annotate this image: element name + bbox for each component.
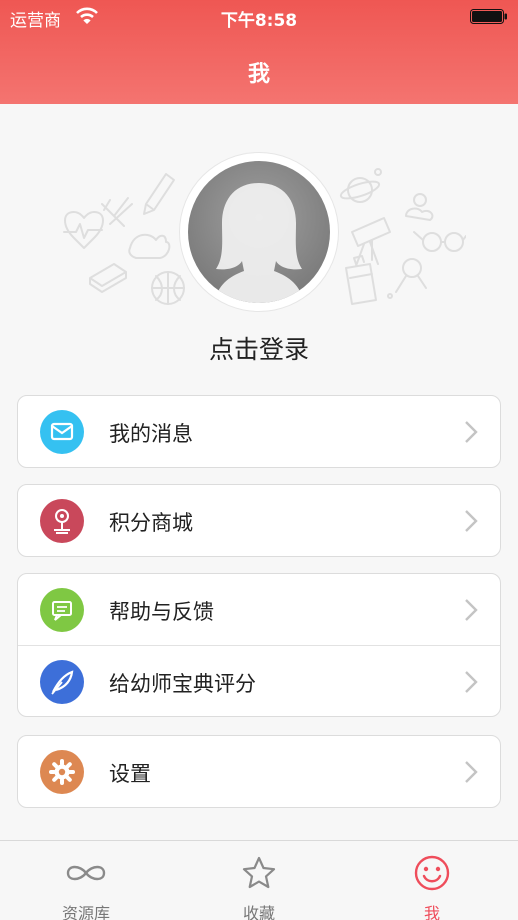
chevron-right-icon xyxy=(465,510,478,532)
menu-item-label: 我的消息 xyxy=(109,422,193,446)
feather-icon xyxy=(40,660,84,704)
menu-item-points-mall[interactable]: 积分商城 xyxy=(18,485,500,556)
menu-item-messages[interactable]: 我的消息 xyxy=(18,396,500,467)
avatar-image xyxy=(188,161,330,303)
menu-item-label: 设置 xyxy=(109,762,151,786)
smiley-icon xyxy=(414,855,450,891)
chevron-right-icon xyxy=(465,599,478,621)
menu-card-help: 帮助与反馈 给幼师宝典评分 xyxy=(17,573,501,717)
menu-item-settings[interactable]: 设置 xyxy=(18,736,500,807)
menu-item-rate-app[interactable]: 给幼师宝典评分 xyxy=(18,645,500,716)
menu-item-label: 帮助与反馈 xyxy=(109,600,214,624)
menu-card-messages: 我的消息 xyxy=(17,395,501,468)
mail-icon xyxy=(40,410,84,454)
status-bar: 运营商 下午8:58 xyxy=(0,0,518,34)
infinity-icon xyxy=(66,865,106,881)
tab-favorites[interactable]: 收藏 xyxy=(173,841,345,920)
flower-icon xyxy=(40,499,84,543)
tab-bar: 资源库 收藏 我 xyxy=(0,840,518,920)
tab-label: 我 xyxy=(423,904,440,920)
chat-icon xyxy=(40,588,84,632)
tab-resource-library[interactable]: 资源库 xyxy=(0,841,172,920)
menu-card-settings: 设置 xyxy=(17,735,501,808)
menu-card-points: 积分商城 xyxy=(17,484,501,557)
star-icon xyxy=(242,856,276,889)
avatar[interactable] xyxy=(180,153,338,311)
page-title: 我 xyxy=(247,62,270,87)
user-silhouette-icon xyxy=(214,183,304,303)
menu-item-label: 积分商城 xyxy=(109,511,193,535)
tab-me[interactable]: 我 xyxy=(346,841,518,920)
status-time: 下午8:58 xyxy=(220,11,298,31)
tab-label: 收藏 xyxy=(242,904,275,920)
chevron-right-icon xyxy=(465,421,478,443)
menu-item-label: 给幼师宝典评分 xyxy=(109,672,256,696)
gear-icon xyxy=(40,750,84,794)
chevron-right-icon xyxy=(465,671,478,693)
login-link[interactable]: 点击登录 xyxy=(0,330,518,366)
header-bar: 运营商 下午8:58 我 xyxy=(0,0,518,104)
menu-item-help-feedback[interactable]: 帮助与反馈 xyxy=(18,574,500,645)
tab-label: 资源库 xyxy=(61,904,110,920)
chevron-right-icon xyxy=(465,761,478,783)
battery-icon xyxy=(470,9,507,24)
